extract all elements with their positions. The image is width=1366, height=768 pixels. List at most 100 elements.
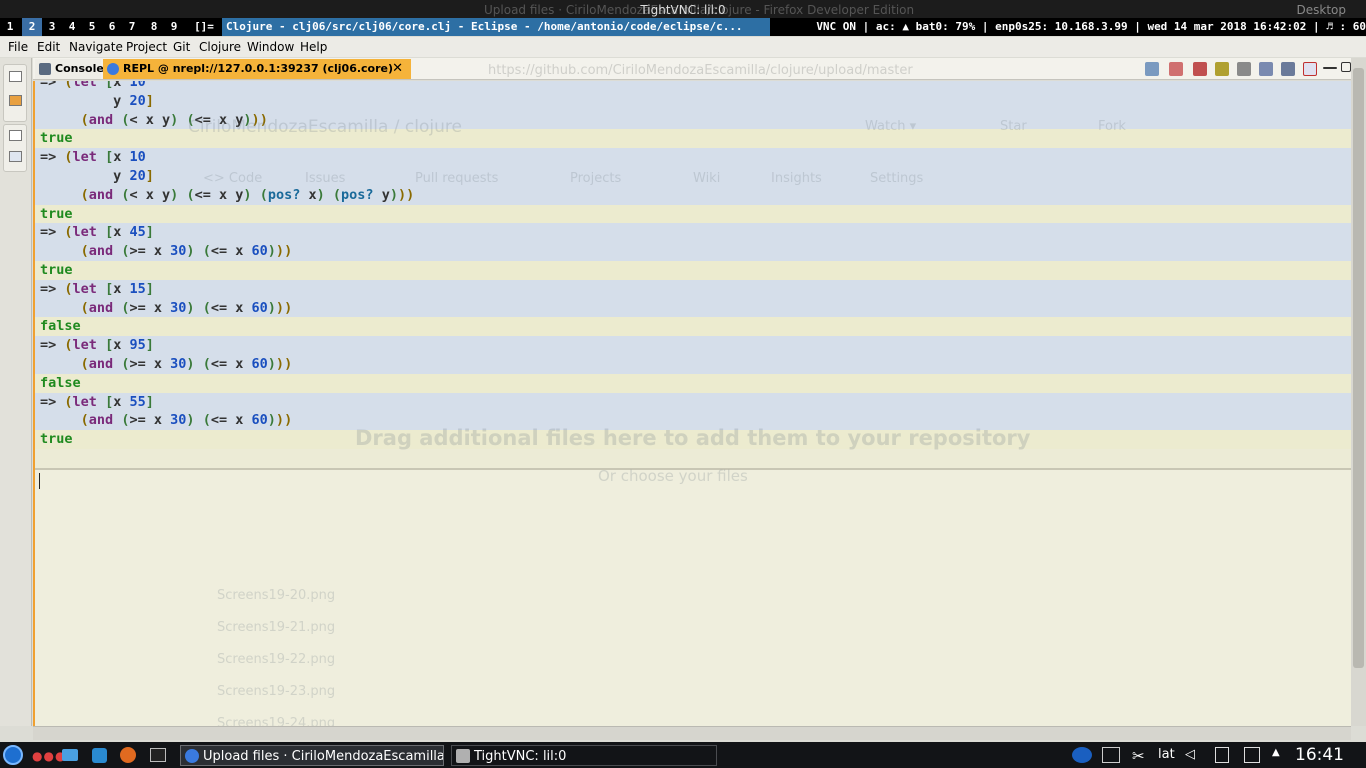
layout-indicator: []=	[194, 20, 214, 33]
repl-input-line: (and (>= x 30) (<= x 60)))	[35, 411, 1351, 431]
tightvnc-icon	[456, 749, 470, 763]
repl-output-log: => (let [x 10 y 20] (and (< x y) (<= x y…	[35, 81, 1351, 467]
repl-input-line: (and (>= x 30) (<= x 60)))	[35, 242, 1351, 262]
minimize-icon[interactable]	[1323, 67, 1337, 69]
repl-input-line: (and (>= x 30) (<= x 60)))	[35, 355, 1351, 374]
clojure-icon	[107, 63, 119, 75]
repl-view: => (let [x 10 y 20] (and (< x y) (<= x y…	[33, 81, 1351, 726]
workspace-8[interactable]: 8	[144, 18, 164, 36]
firefox-icon[interactable]	[120, 747, 136, 763]
firefox-dev-icon	[185, 749, 199, 763]
workspace-9[interactable]: 9	[164, 18, 184, 36]
focused-window-title: Clojure - clj06/src/clj06/core.clj - Ecl…	[222, 18, 770, 36]
repl-input-line: y 20]	[35, 91, 1351, 111]
volume-icon[interactable]: ◁	[1185, 747, 1195, 763]
clipboard-icon[interactable]	[1215, 747, 1229, 763]
console-icon	[39, 63, 51, 75]
vertical-scrollbar[interactable]	[1351, 58, 1366, 726]
minimized-view-group-2	[3, 124, 27, 172]
console-view-header: Console REPL @ nrepl://127.0.0.1:39237 (…	[33, 58, 1351, 80]
settings-icon[interactable]	[92, 748, 107, 763]
menu-edit[interactable]: Edit	[37, 37, 60, 57]
workspace-7[interactable]: 7	[122, 18, 142, 36]
i3-status-bar: 1 2 3 4 5 6 7 8 9 []= Clojure - clj06/sr…	[0, 18, 1366, 36]
repl-result-line: true	[35, 129, 1351, 149]
repl-input-line: => (let [x 45]	[35, 223, 1351, 243]
tray-expand-icon[interactable]: ▲	[1272, 747, 1280, 763]
clock: 16:41	[1295, 745, 1344, 765]
taskbar-window-vnc-label: TightVNC: lil:0	[474, 749, 567, 764]
workspace-4[interactable]: 4	[62, 18, 82, 36]
maximize-icon[interactable]	[1341, 62, 1351, 72]
repl-result-line: false	[35, 373, 1351, 393]
desktop-label: Desktop	[1296, 3, 1347, 17]
package-explorer-icon[interactable]	[9, 95, 22, 106]
status-line: VNC ON | ac: ▲ bat0: 79% | enp0s25: 10.1…	[816, 20, 1366, 33]
horizontal-scrollbar[interactable]	[33, 726, 1351, 740]
repl-input-line: => (let [x 55]	[35, 392, 1351, 412]
repl-input[interactable]	[35, 470, 1351, 726]
taskbar-window-firefox[interactable]: Upload files · CiriloMendozaEscamilla/	[180, 745, 444, 766]
pin-icon[interactable]	[1215, 62, 1229, 76]
taskbar: ●●● Upload files · CiriloMendozaEscamill…	[0, 742, 1366, 768]
hp-icon[interactable]	[1072, 747, 1092, 763]
repl-input-line: (and (< x y) (<= x y)))	[35, 110, 1351, 130]
new-console-icon[interactable]	[1281, 62, 1295, 76]
eclipse-menu-bar: File Edit Navigate Project Git Clojure W…	[0, 37, 1366, 57]
tab-repl-label: REPL @ nrepl://127.0.0.1:39237 (clj06.co…	[123, 62, 394, 75]
outline-icon[interactable]	[9, 151, 22, 162]
repl-result-line: true	[35, 261, 1351, 280]
menu-navigate[interactable]: Navigate	[69, 37, 123, 57]
desktop-screen: Upload files · CiriloMendozaEscamilla/cl…	[0, 0, 1366, 768]
taskbar-window-vnc[interactable]: TightVNC: lil:0	[451, 745, 717, 766]
text-cursor	[39, 473, 40, 489]
restore-icon[interactable]	[9, 71, 22, 82]
close-icon[interactable]: ✕	[392, 59, 403, 79]
minimized-view-group	[3, 64, 27, 122]
clear-console-icon[interactable]	[1145, 62, 1159, 76]
menu-clojure[interactable]: Clojure	[199, 37, 241, 57]
start-menu-icon[interactable]	[3, 745, 23, 765]
interrupt-icon[interactable]	[1169, 62, 1183, 76]
repl-input-line: => (let [x 10	[35, 81, 1351, 92]
terminal-icon[interactable]	[150, 748, 166, 762]
tab-repl[interactable]: REPL @ nrepl://127.0.0.1:39237 (clj06.co…	[103, 59, 411, 79]
keyboard-layout[interactable]: lat	[1158, 747, 1175, 763]
workspace-1[interactable]: 1	[0, 18, 20, 36]
menu-help[interactable]: Help	[300, 37, 327, 57]
menu-window[interactable]: Window	[247, 37, 294, 57]
workspace-5[interactable]: 5	[82, 18, 102, 36]
tab-console[interactable]: Console	[35, 59, 104, 79]
menu-git[interactable]: Git	[173, 37, 190, 57]
vnc-title-bar: Upload files · CiriloMendozaEscamilla/cl…	[0, 0, 1366, 20]
scissors-icon[interactable]: ✂	[1132, 747, 1146, 765]
repl-result-line: true	[35, 430, 1351, 450]
repl-input-line: => (let [x 10	[35, 148, 1351, 168]
vnc-window-title: TightVNC: lil:0	[640, 3, 726, 17]
menu-project[interactable]: Project	[126, 37, 167, 57]
workspace-3[interactable]: 3	[42, 18, 62, 36]
repl-input-line: => (let [x 95]	[35, 336, 1351, 356]
network-icon[interactable]	[1102, 747, 1120, 763]
open-console-icon[interactable]	[1259, 62, 1273, 76]
ghost-url: https://github.com/CiriloMendozaEscamill…	[488, 63, 913, 78]
workspace-2[interactable]: 2	[22, 18, 42, 36]
menu-file[interactable]: File	[8, 37, 28, 57]
repl-input-line: y 20]	[35, 167, 1351, 186]
display-selected-icon[interactable]	[1237, 62, 1251, 76]
scroll-thumb[interactable]	[1353, 68, 1364, 668]
repl-input-line: (and (< x y) (<= x y) (pos? x) (pos? y))…	[35, 185, 1351, 205]
left-trim-stack	[0, 58, 32, 726]
restore-icon-2[interactable]	[9, 130, 22, 141]
folder-icon[interactable]	[62, 749, 78, 761]
tab-console-label: Console	[55, 62, 104, 75]
repl-input-line: => (let [x 15]	[35, 279, 1351, 299]
workspace-6[interactable]: 6	[102, 18, 122, 36]
repl-history-icon[interactable]	[1303, 62, 1317, 76]
repl-result-line: false	[35, 317, 1351, 337]
disconnect-icon[interactable]	[1193, 62, 1207, 76]
display-icon[interactable]	[1244, 747, 1260, 763]
taskbar-window-firefox-label: Upload files · CiriloMendozaEscamilla/	[203, 749, 444, 764]
repl-result-line: true	[35, 204, 1351, 224]
repl-input-line: (and (>= x 30) (<= x 60)))	[35, 298, 1351, 318]
